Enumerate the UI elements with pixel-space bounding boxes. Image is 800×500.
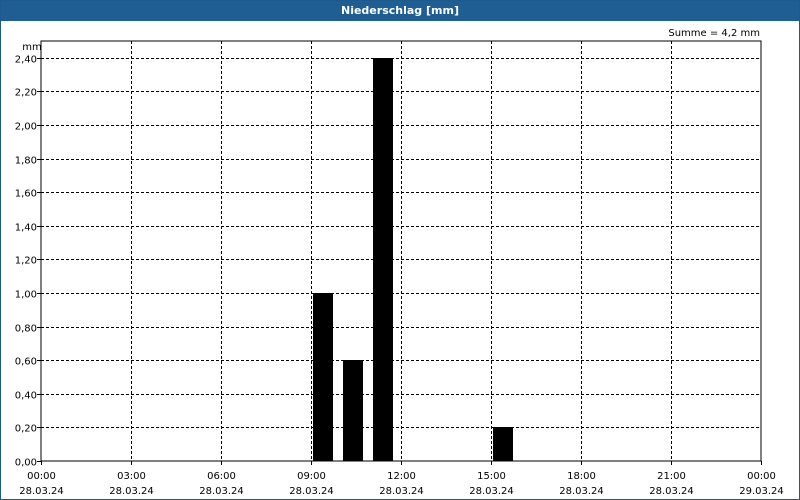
x-tick-time-label: 06:00	[207, 471, 236, 482]
x-tick-date-label: 28.03.24	[649, 486, 694, 497]
x-tick-time-label: 00:00	[747, 471, 776, 482]
x-tick-time-label: 03:00	[117, 471, 146, 482]
y-tick-label: 2,00	[15, 122, 37, 133]
y-tick-label: 0,40	[15, 391, 37, 402]
y-axis-unit-label: mm	[22, 42, 41, 53]
y-tick-label: 1,60	[15, 189, 37, 200]
y-tick-label: 1,40	[15, 223, 37, 234]
y-axis-ticks: 0,00 0,20 0,40 0,60 0,80 1,00 1,20 1,40 1,60 1,80…	[15, 55, 41, 469]
precipitation-bar	[373, 58, 393, 461]
y-tick-label: 0,20	[15, 424, 37, 435]
sum-annotation: Summe = 4,2 mm	[668, 28, 760, 39]
x-tick-date-label: 28.03.24	[289, 486, 334, 497]
x-tick-date-label: 28.03.24	[199, 486, 244, 497]
y-tick-label: 0,60	[15, 357, 37, 368]
x-tick-time-label: 21:00	[657, 471, 686, 482]
y-tick-label: 0,00	[15, 458, 37, 469]
x-tick-date-label: 28.03.24	[19, 486, 64, 497]
y-tick-label: 1,00	[15, 290, 37, 301]
x-tick-time-label: 15:00	[477, 471, 506, 482]
x-tick-time-label: 12:00	[387, 471, 416, 482]
grid-lines	[41, 41, 761, 461]
x-axis-ticks: 00:00 28.03.24 03:00 28.03.24 06:00 28.03.24 0…	[19, 461, 784, 497]
x-tick-date-label: 28.03.24	[469, 486, 514, 497]
x-tick-date-label: 28.03.24	[109, 486, 154, 497]
y-tick-label: 2,20	[15, 88, 37, 99]
precipitation-bar	[343, 360, 363, 461]
precipitation-chart: 0,00 0,20 0,40 0,60 0,80 1,00 1,20 1,40 1,60 1,80…	[15, 28, 784, 497]
x-tick-time-label: 00:00	[27, 471, 56, 482]
precipitation-bar	[313, 293, 333, 461]
y-tick-label: 1,20	[15, 256, 37, 267]
x-tick-time-label: 09:00	[297, 471, 326, 482]
y-tick-label: 2,40	[15, 55, 37, 66]
y-tick-label: 0,80	[15, 324, 37, 335]
x-tick-date-label: 28.03.24	[559, 486, 604, 497]
x-tick-date-label: 28.03.24	[379, 486, 424, 497]
y-tick-label: 1,80	[15, 156, 37, 167]
x-tick-date-label: 29.03.24	[739, 486, 784, 497]
x-tick-time-label: 18:00	[567, 471, 596, 482]
precipitation-bar	[493, 427, 513, 461]
